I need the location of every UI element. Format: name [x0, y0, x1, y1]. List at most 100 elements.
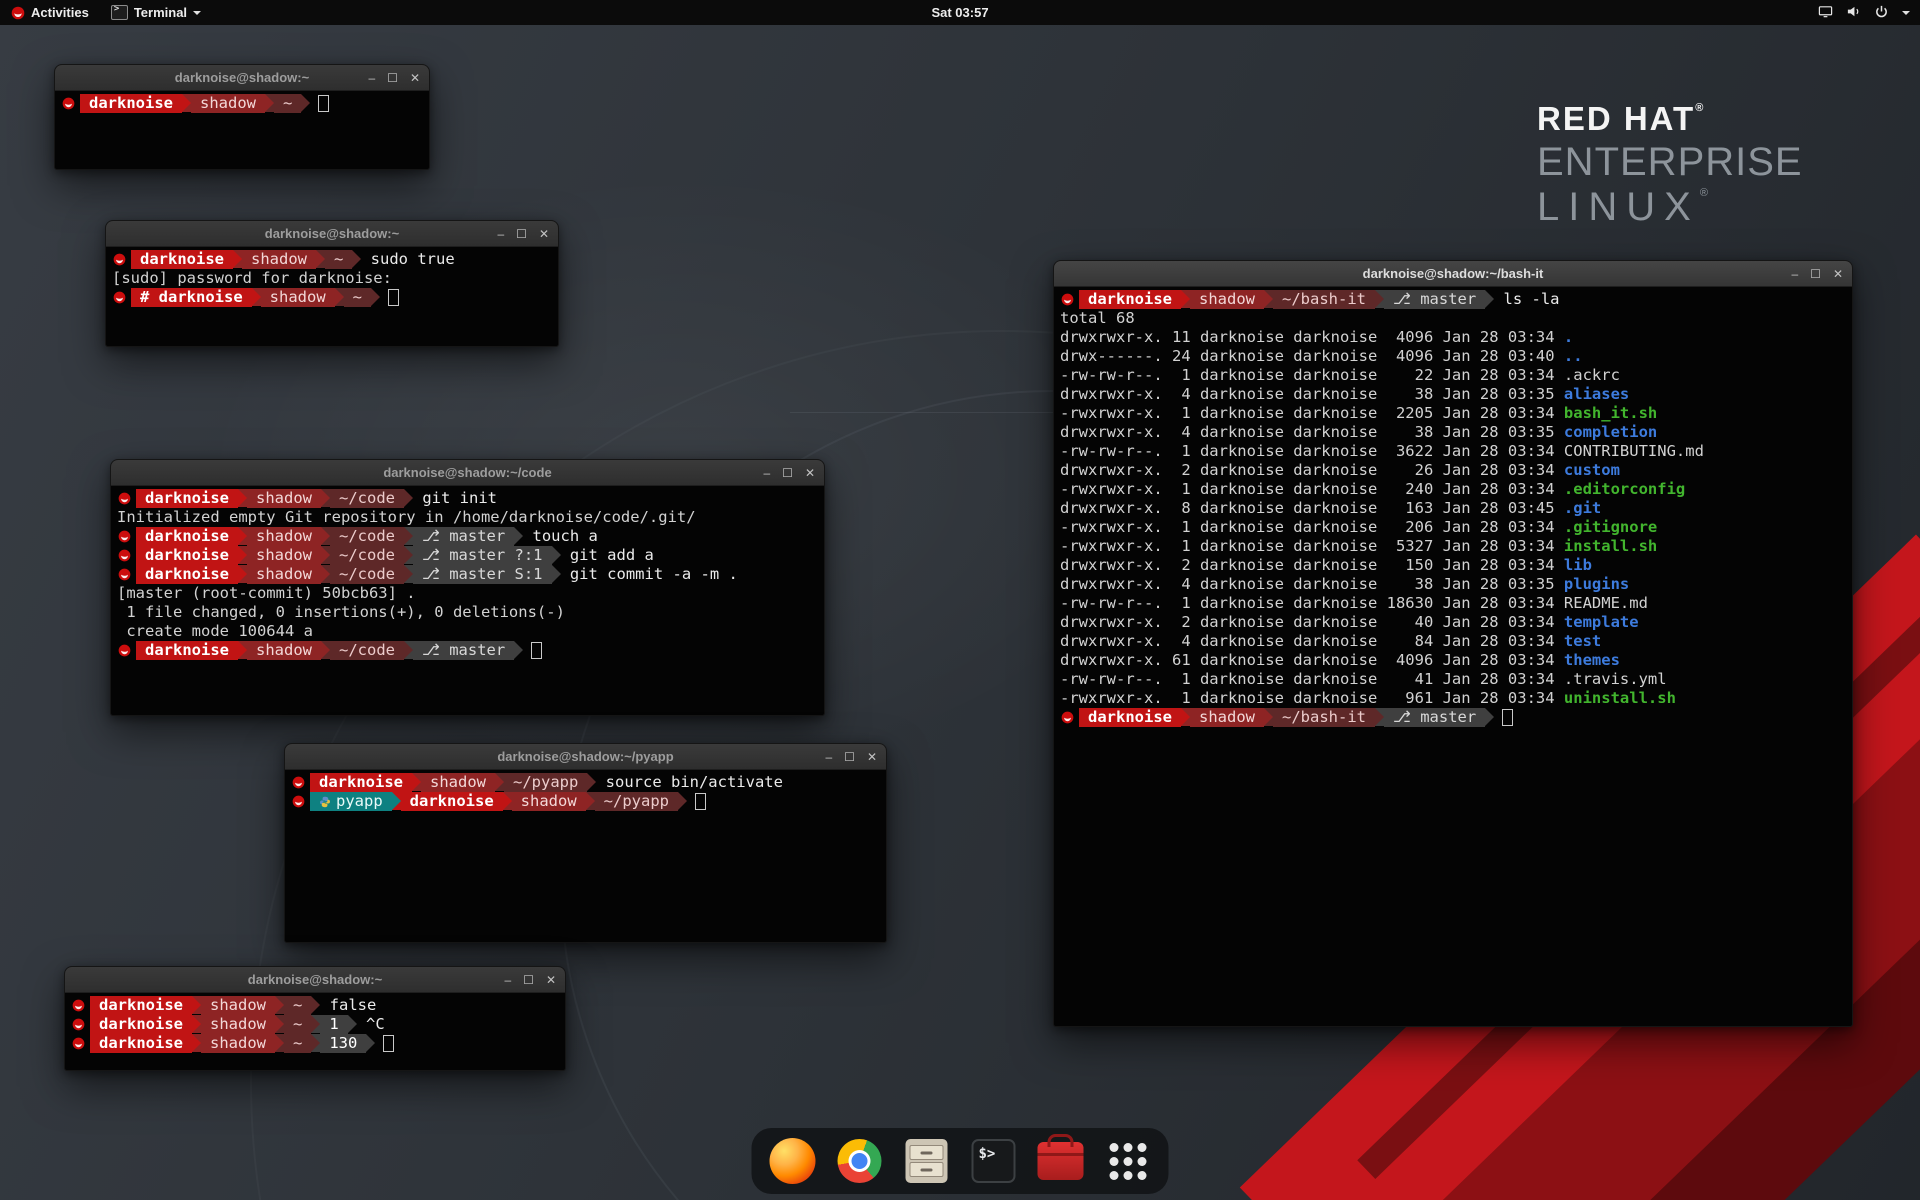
system-status-area[interactable]	[1818, 0, 1910, 25]
activities-button[interactable]: Activities	[0, 0, 100, 25]
terminal-cursor	[388, 289, 399, 306]
window-titlebar[interactable]: darknoise@shadow:~ – ☐ ✕	[65, 967, 565, 993]
terminal-line: drwxrwxr-x. 4 darknoise darknoise 84 Jan…	[1060, 632, 1846, 651]
chrome-icon[interactable]	[835, 1136, 885, 1186]
terminal-line: Initialized empty Git repository in /hom…	[117, 508, 818, 527]
close-button[interactable]: ✕	[410, 72, 420, 84]
terminal-output: -rwxrwxr-x. 1 darknoise darknoise 2205 J…	[1060, 404, 1564, 423]
terminal-content[interactable]: darknoiseshadow~/code git initInitialize…	[111, 486, 824, 715]
window-titlebar[interactable]: darknoise@shadow:~/pyapp – ☐ ✕	[285, 744, 886, 770]
close-button[interactable]: ✕	[867, 751, 877, 763]
app-grid-icon[interactable]	[1103, 1136, 1153, 1186]
prompt-segment-host: shadow	[247, 489, 321, 508]
redhat-prompt-icon	[113, 250, 126, 269]
terminal-output: drwxrwxr-x. 2 darknoise darknoise 40 Jan…	[1060, 613, 1564, 632]
prompt-segment-user: darknoise	[90, 1015, 192, 1034]
window-title: darknoise@shadow:~/bash-it	[1363, 266, 1544, 281]
terminal-content[interactable]: darknoiseshadow~ sudo true[sudo] passwor…	[106, 247, 558, 346]
terminal-line: darknoiseshadow~/code⎇ master S:1 git co…	[117, 565, 818, 584]
prompt-segment-host: shadow	[247, 527, 321, 546]
powerline-separator	[335, 288, 344, 306]
close-button[interactable]: ✕	[539, 228, 549, 240]
terminal-output: aliases	[1564, 385, 1629, 404]
powerline-separator	[238, 489, 247, 507]
maximize-button[interactable]: ☐	[523, 974, 534, 986]
maximize-button[interactable]: ☐	[1810, 268, 1821, 280]
close-button[interactable]: ✕	[805, 467, 815, 479]
powerline-separator	[182, 94, 191, 112]
redhat-prompt-icon	[118, 641, 131, 660]
close-button[interactable]: ✕	[546, 974, 556, 986]
terminal-window-home-small: darknoise@shadow:~ – ☐ ✕ darknoiseshadow…	[54, 64, 430, 170]
prompt-segment-host: shadow	[191, 94, 265, 113]
powerline-separator	[311, 996, 320, 1014]
prompt-segment-user: darknoise	[136, 489, 238, 508]
terminal-line: -rw-rw-r--. 1 darknoise darknoise 22 Jan…	[1060, 366, 1846, 385]
minimize-button[interactable]: –	[504, 974, 511, 986]
firefox-icon[interactable]	[768, 1136, 818, 1186]
window-titlebar[interactable]: darknoise@shadow:~/code – ☐ ✕	[111, 460, 824, 486]
terminal-line: darknoiseshadow~/pyapp source bin/activa…	[291, 773, 880, 792]
terminal-output: install.sh	[1564, 537, 1657, 556]
terminal-content[interactable]: darknoiseshadow~ falsedarknoiseshadow~1 …	[65, 993, 565, 1070]
toolbox-icon[interactable]	[1036, 1136, 1086, 1186]
top-bar: Activities Terminal Sat 03:57	[0, 0, 1920, 25]
close-button[interactable]: ✕	[1833, 268, 1843, 280]
terminal-line: -rwxrwxr-x. 1 darknoise darknoise 961 Ja…	[1060, 689, 1846, 708]
terminal-output: drwxrwxr-x. 8 darknoise darknoise 163 Ja…	[1060, 499, 1564, 518]
terminal-output: -rw-rw-r--. 1 darknoise darknoise 3622 J…	[1060, 442, 1564, 461]
prompt-segment-host: shadow	[201, 1034, 275, 1053]
dock	[752, 1128, 1169, 1194]
prompt-segment-exit: 1	[320, 1015, 347, 1034]
terminal-output: uninstall.sh	[1564, 689, 1676, 708]
rhel-logo: RED HAT® ENTERPRISE LINUX®	[1537, 100, 1803, 230]
terminal-launcher-icon[interactable]	[969, 1136, 1019, 1186]
powerline-separator	[503, 792, 512, 810]
redhat-prompt-icon	[118, 546, 131, 565]
command-text: git add a	[561, 546, 654, 565]
terminal-content[interactable]: darknoiseshadow~	[55, 91, 429, 169]
powerline-separator	[1375, 708, 1384, 726]
terminal-output: .	[1564, 328, 1573, 347]
command-text: source bin/activate	[596, 773, 783, 792]
minimize-button[interactable]: –	[763, 467, 770, 479]
powerline-separator	[321, 641, 330, 659]
prompt-segment-path: ~	[284, 1034, 311, 1053]
terminal-output: lib	[1564, 556, 1592, 575]
powerline-separator	[678, 792, 687, 810]
terminal-cursor	[1502, 709, 1513, 726]
terminal-output: 1 file changed, 0 insertions(+), 0 delet…	[117, 603, 565, 622]
powerline-separator	[404, 565, 413, 583]
minimize-button[interactable]: –	[497, 228, 504, 240]
chevron-down-icon	[1902, 11, 1910, 15]
powerline-separator	[586, 792, 595, 810]
powerline-separator	[321, 489, 330, 507]
window-titlebar[interactable]: darknoise@shadow:~/bash-it – ☐ ✕	[1054, 261, 1852, 287]
maximize-button[interactable]: ☐	[782, 467, 793, 479]
terminal-window-code: darknoise@shadow:~/code – ☐ ✕ darknoises…	[110, 459, 825, 716]
terminal-line: drwxrwxr-x. 2 darknoise darknoise 26 Jan…	[1060, 461, 1846, 480]
prompt-segment-user: darknoise	[401, 792, 503, 811]
file-manager-icon[interactable]	[902, 1136, 952, 1186]
minimize-button[interactable]: –	[825, 751, 832, 763]
app-menu-terminal[interactable]: Terminal	[100, 0, 212, 25]
powerline-separator	[301, 94, 310, 112]
clock[interactable]: Sat 03:57	[931, 5, 988, 20]
prompt-segment-path: ~	[344, 288, 371, 307]
minimize-button[interactable]: –	[1791, 268, 1798, 280]
maximize-button[interactable]: ☐	[516, 228, 527, 240]
redhat-prompt-icon	[72, 996, 85, 1015]
prompt-segment-path: ~/code	[330, 565, 404, 584]
terminal-app-icon	[111, 5, 128, 20]
terminal-content[interactable]: darknoiseshadow~/bash-it⎇ master ls -lat…	[1054, 287, 1852, 1026]
minimize-button[interactable]: –	[368, 72, 375, 84]
maximize-button[interactable]: ☐	[387, 72, 398, 84]
maximize-button[interactable]: ☐	[844, 751, 855, 763]
powerline-separator	[238, 565, 247, 583]
terminal-line: drwxrwxr-x. 61 darknoise darknoise 4096 …	[1060, 651, 1846, 670]
terminal-content[interactable]: darknoiseshadow~/pyapp source bin/activa…	[285, 770, 886, 942]
window-titlebar[interactable]: darknoise@shadow:~ – ☐ ✕	[55, 65, 429, 91]
prompt-segment-host: shadow	[242, 250, 316, 269]
powerline-separator	[412, 773, 421, 791]
window-titlebar[interactable]: darknoise@shadow:~ – ☐ ✕	[106, 221, 558, 247]
